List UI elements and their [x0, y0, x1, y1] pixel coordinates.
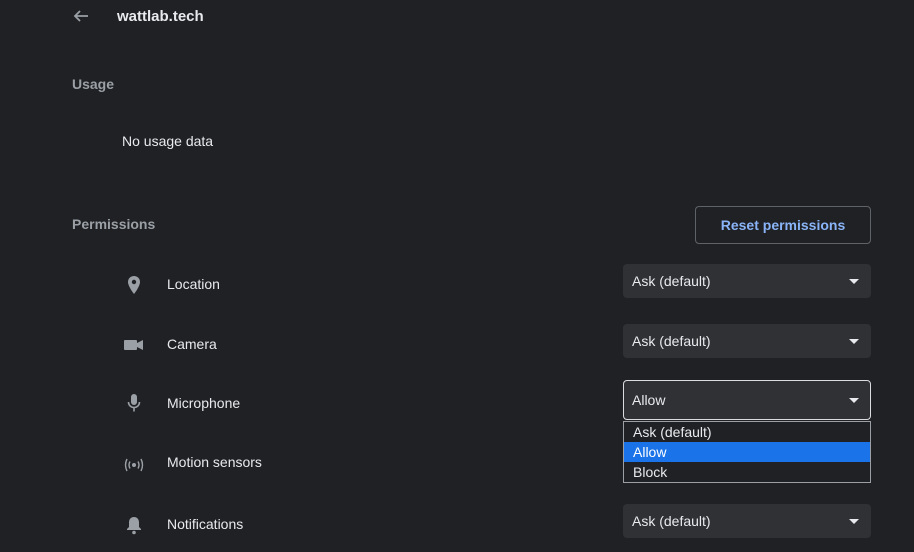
motion-sensors-icon — [123, 454, 145, 476]
permission-label-motion-sensors: Motion sensors — [167, 454, 262, 470]
location-select-value: Ask (default) — [632, 273, 711, 289]
microphone-select[interactable]: Allow — [623, 380, 871, 420]
location-select[interactable]: Ask (default) — [623, 264, 871, 298]
page-title: wattlab.tech — [117, 8, 204, 25]
permission-row-location: Location Ask (default) — [0, 264, 914, 304]
arrow-back-icon — [71, 6, 91, 31]
permission-label-microphone: Microphone — [167, 395, 241, 411]
location-pin-icon — [123, 274, 145, 296]
microphone-dropdown-list: Ask (default) Allow Block — [623, 421, 871, 483]
usage-text: No usage data — [122, 133, 214, 149]
back-button[interactable] — [66, 4, 96, 32]
permission-row-camera: Camera Ask (default) — [0, 324, 914, 364]
notifications-select-value: Ask (default) — [632, 513, 711, 529]
camera-select[interactable]: Ask (default) — [623, 324, 871, 358]
bell-icon — [123, 514, 145, 536]
microphone-select-value: Allow — [632, 392, 666, 408]
microphone-icon — [123, 392, 145, 414]
permission-label-location: Location — [167, 276, 220, 292]
permission-label-camera: Camera — [167, 336, 217, 352]
camera-icon — [123, 334, 145, 356]
dropdown-option-ask[interactable]: Ask (default) — [624, 422, 870, 442]
permission-row-notifications: Notifications Ask (default) — [0, 504, 914, 544]
usage-section-label: Usage — [72, 76, 115, 92]
dropdown-option-block[interactable]: Block — [624, 462, 870, 482]
chevron-down-icon — [849, 519, 859, 524]
chevron-down-icon — [849, 339, 859, 344]
dropdown-option-allow[interactable]: Allow — [624, 442, 870, 462]
notifications-select[interactable]: Ask (default) — [623, 504, 871, 538]
chevron-down-icon — [849, 398, 859, 403]
permission-row-microphone: Microphone Allow — [0, 380, 914, 421]
chevron-down-icon — [849, 279, 859, 284]
camera-select-value: Ask (default) — [632, 333, 711, 349]
reset-permissions-button[interactable]: Reset permissions — [695, 206, 871, 244]
permission-label-notifications: Notifications — [167, 516, 244, 532]
permissions-section-label: Permissions — [72, 216, 156, 232]
